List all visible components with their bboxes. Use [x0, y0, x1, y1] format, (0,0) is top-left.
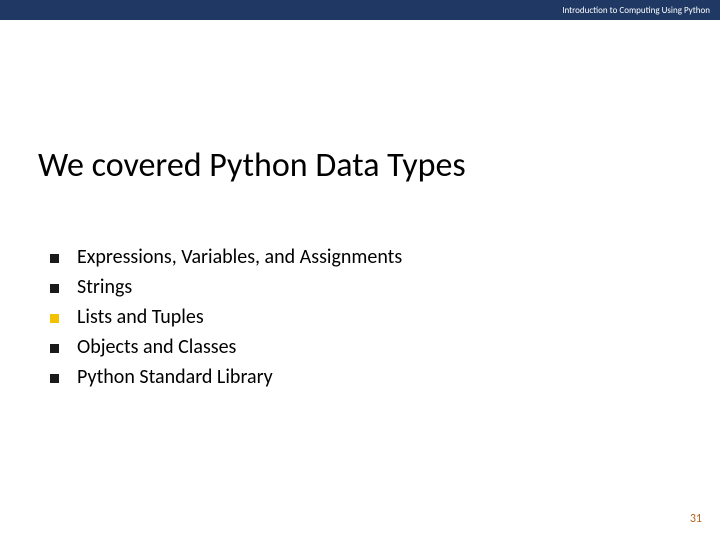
- slide: Introduction to Computing Using Python W…: [0, 0, 720, 540]
- square-bullet-icon: [50, 314, 59, 323]
- square-bullet-icon: [50, 284, 59, 293]
- bullet-text: Objects and Classes: [77, 335, 236, 359]
- list-item: Objects and Classes: [50, 335, 402, 359]
- bullet-text: Lists and Tuples: [77, 305, 204, 329]
- list-item: Lists and Tuples: [50, 305, 402, 329]
- page-number: 31: [690, 512, 702, 526]
- square-bullet-icon: [50, 344, 59, 353]
- header-text: Introduction to Computing Using Python: [562, 5, 710, 16]
- page-title: We covered Python Data Types: [38, 145, 466, 186]
- square-bullet-icon: [50, 254, 59, 263]
- list-item: Strings: [50, 275, 402, 299]
- bullet-text: Python Standard Library: [77, 365, 273, 389]
- bullet-text: Expressions, Variables, and Assignments: [77, 245, 402, 269]
- header-bar: Introduction to Computing Using Python: [0, 0, 720, 20]
- square-bullet-icon: [50, 374, 59, 383]
- bullet-list: Expressions, Variables, and Assignments …: [50, 245, 402, 395]
- list-item: Python Standard Library: [50, 365, 402, 389]
- list-item: Expressions, Variables, and Assignments: [50, 245, 402, 269]
- bullet-text: Strings: [77, 275, 132, 299]
